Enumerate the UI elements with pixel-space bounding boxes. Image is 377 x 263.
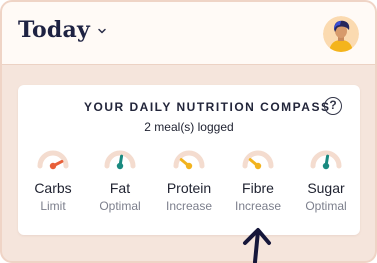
gauge-hub (116, 162, 124, 170)
gauge-protein[interactable]: Protein Increase (154, 148, 224, 213)
help-icon[interactable]: ? (324, 97, 342, 115)
gauge-carbs[interactable]: Carbs Limit (18, 148, 88, 213)
arrow-pointer-icon (243, 228, 271, 263)
gauge-hub (322, 162, 330, 170)
avatar[interactable] (323, 16, 359, 52)
gauge-dial-icon (104, 150, 136, 170)
meals-logged-text: 2 meal(s) logged (144, 120, 234, 134)
header: Today (2, 2, 375, 65)
card-title: YOUR DAILY NUTRITION COMPASS (84, 100, 331, 114)
gauge-status: Limit (40, 199, 66, 213)
page-title: Today (18, 17, 90, 43)
gauge-dial-icon (310, 150, 342, 170)
gauge-sugar[interactable]: Sugar Optimal (291, 148, 361, 213)
user-avatar-icon (323, 16, 359, 52)
gauge-dial-icon (37, 150, 69, 170)
gauge-status: Increase (165, 199, 213, 213)
gauge-fibre[interactable]: Fibre Increase (223, 148, 293, 213)
gauge-label: Fibre (242, 180, 274, 196)
gauge-hub (49, 162, 57, 170)
gauge-label: Sugar (307, 180, 345, 196)
gauge-fat[interactable]: Fat Optimal (85, 148, 155, 213)
gauge-hub (185, 162, 193, 170)
nutrition-compass-card: YOUR DAILY NUTRITION COMPASS ? 2 meal(s)… (18, 85, 360, 235)
gauge-status: Increase (234, 199, 282, 213)
gauge-status: Optimal (99, 199, 141, 213)
chevron-down-icon[interactable] (97, 26, 107, 36)
gauge-row: Carbs Limit Fat Optimal Protein Increase Fibre… (18, 148, 360, 228)
gauge-label: Protein (166, 180, 212, 196)
gauge-label: Carbs (34, 180, 72, 196)
app-frame: Today YOUR DAILY NUTRITION COMPASS ? 2 m… (0, 0, 377, 263)
gauge-dial-icon (242, 150, 274, 170)
gauge-dial-icon (173, 150, 205, 170)
gauge-status: Optimal (305, 199, 347, 213)
gauge-hub (254, 162, 262, 170)
gauge-label: Fat (109, 180, 131, 196)
